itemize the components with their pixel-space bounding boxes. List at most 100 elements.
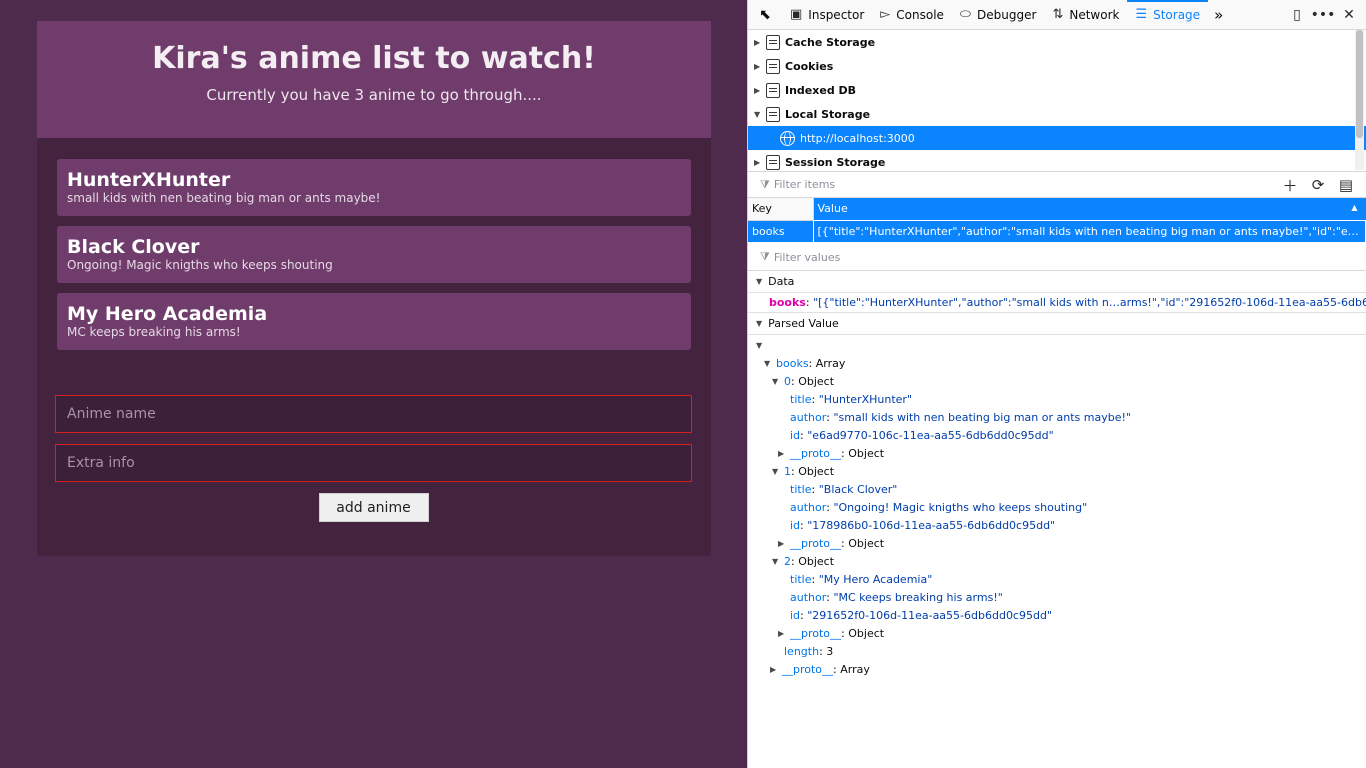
tree-item-local-storage[interactable]: ▼ Local Storage	[748, 102, 1366, 126]
tab-label: Debugger	[977, 7, 1037, 22]
prop-type: Object	[848, 627, 885, 640]
app-card: Kira's anime list to watch! Currently yo…	[37, 21, 711, 556]
prop-name: author	[790, 591, 827, 604]
database-icon	[766, 82, 780, 98]
prop-name: author	[790, 411, 827, 424]
prop-value: "e6ad9770-106c-11ea-aa55-6db6dd0c95dd"	[807, 429, 1054, 442]
key-column-header[interactable]: Key	[748, 198, 814, 221]
extra-info-input[interactable]	[55, 444, 692, 482]
collapse-icon: ▼	[756, 318, 763, 328]
expand-icon: ▶	[778, 449, 785, 458]
collapse-icon: ▼	[772, 467, 779, 476]
books-row[interactable]: ▼ books: Array	[748, 355, 1366, 373]
page-title: Kira's anime list to watch!	[152, 41, 596, 76]
tree-root-row[interactable]: ▼	[748, 337, 1366, 355]
collapse-icon[interactable]: ▼	[754, 110, 766, 119]
column-header-label: Value	[817, 202, 848, 216]
parsed-value-section-header[interactable]: ▼ Parsed Value	[748, 313, 1366, 335]
expand-icon[interactable]: ▶	[754, 38, 766, 47]
sort-ascending-icon: ▲	[1351, 203, 1358, 212]
prop-name: __proto__	[782, 663, 834, 676]
data-value: "[{"title":"HunterXHunter","author":"sma…	[813, 295, 1366, 309]
add-item-icon[interactable]: ＋	[1276, 175, 1304, 196]
list-item[interactable]: Black Clover Ongoing! Magic knigths who …	[57, 226, 691, 283]
collapse-icon: ▼	[756, 276, 763, 286]
tree-item-cookies[interactable]: ▶ Cookies	[748, 54, 1366, 78]
debugger-icon: ⬭	[959, 7, 972, 22]
prop-value: "178986b0-106d-11ea-aa55-6db6dd0c95dd"	[807, 519, 1056, 532]
storage-icon: ☰	[1135, 7, 1148, 22]
tree-item-session-storage[interactable]: ▶ Session Storage	[748, 150, 1366, 171]
tab-inspector[interactable]: ▣ Inspector	[782, 0, 872, 30]
anime-title: HunterXHunter	[67, 169, 231, 191]
object-row[interactable]: ▼ 1: Object	[748, 463, 1366, 481]
row-value: [{"title":"HunterXHunter","author":"smal…	[812, 219, 1366, 243]
object-row[interactable]: ▼ 0: Object	[748, 373, 1366, 391]
proto-row[interactable]: ▶ __proto__: Object	[748, 625, 1366, 643]
scroll-thumb[interactable]	[1356, 30, 1363, 138]
tree-item-localhost[interactable]: http://localhost:3000	[748, 126, 1366, 150]
filter-icon: ⧩	[760, 177, 770, 191]
prop-name: books	[776, 357, 809, 370]
expand-icon[interactable]: ▶	[754, 158, 766, 167]
tab-console[interactable]: ▻ Console	[872, 0, 952, 30]
refresh-icon[interactable]: ⟳	[1304, 176, 1332, 194]
object-row[interactable]: ▼ 2: Object	[748, 553, 1366, 571]
expand-icon: ▶	[778, 539, 785, 548]
prop-type: Object	[798, 465, 835, 478]
tab-debugger[interactable]: ⬭ Debugger	[952, 0, 1045, 30]
table-row[interactable]: books [{"title":"HunterXHunter","author"…	[748, 219, 1366, 243]
prop-name: __proto__	[790, 627, 842, 640]
filter-items-input[interactable]	[773, 178, 1074, 191]
expand-icon[interactable]: ▶	[754, 86, 766, 95]
expand-icon[interactable]: ▶	[754, 62, 766, 71]
storage-table: Key Value ▲ books [{"title":"HunterXHunt…	[748, 198, 1366, 243]
prop-row: author: "small kids with nen beating big…	[790, 411, 1131, 424]
prop-name: id	[790, 429, 801, 442]
toggle-sidebar-icon[interactable]: ▤	[1332, 176, 1360, 194]
prop-value: "My Hero Academia"	[818, 573, 933, 586]
filter-values-input[interactable]	[773, 250, 1074, 264]
data-section-header[interactable]: ▼ Data	[748, 271, 1366, 293]
collapse-icon: ▼	[772, 377, 779, 386]
tree-item-indexed-db[interactable]: ▶ Indexed DB	[748, 78, 1366, 102]
prop-type: Object	[798, 555, 835, 568]
value-column-header[interactable]: Value ▲	[813, 198, 1366, 220]
section-label: Parsed Value	[768, 316, 839, 330]
tree-item-label: Local Storage	[785, 107, 871, 121]
close-icon[interactable]: ✕	[1336, 7, 1362, 23]
prop-name: title	[790, 573, 812, 586]
list-item[interactable]: HunterXHunter small kids with nen beatin…	[57, 159, 691, 216]
more-options-icon[interactable]: •••	[1310, 7, 1336, 23]
tree-scrollbar[interactable]	[1355, 30, 1364, 170]
add-anime-button[interactable]: add anime	[318, 493, 429, 522]
tab-network[interactable]: ⇅ Network	[1044, 0, 1127, 30]
toolbar-right-tools: ▯ ••• ✕	[1284, 0, 1362, 30]
prop-value: "MC keeps breaking his arms!"	[833, 591, 1003, 604]
anime-name-input[interactable]	[55, 395, 692, 433]
tab-label: Storage	[1153, 7, 1201, 22]
data-key: books	[769, 295, 806, 309]
tab-storage[interactable]: ☰ Storage	[1127, 0, 1209, 30]
devtools-toolbar: ⬉ ▣ Inspector ▻ Console ⬭ Debugger ⇅ Net…	[748, 0, 1366, 30]
tree-item-cache-storage[interactable]: ▶ Cache Storage	[748, 30, 1366, 54]
element-picker-icon[interactable]: ⬉	[748, 0, 782, 30]
more-tabs-icon[interactable]: »	[1208, 0, 1229, 30]
globe-icon	[780, 130, 795, 146]
proto-row[interactable]: ▶ __proto__: Array	[748, 661, 1366, 679]
devtools-panel: ⬉ ▣ Inspector ▻ Console ⬭ Debugger ⇅ Net…	[747, 0, 1366, 768]
length-row: length: 3	[784, 645, 834, 658]
prop-name: 0	[784, 375, 791, 388]
proto-row[interactable]: ▶ __proto__: Object	[748, 535, 1366, 553]
storage-tree: ▶ Cache Storage ▶ Cookies ▶ Indexed DB ▼…	[748, 30, 1366, 172]
proto-row[interactable]: ▶ __proto__: Object	[748, 445, 1366, 463]
responsive-design-icon[interactable]: ▯	[1284, 7, 1310, 23]
database-icon	[766, 34, 780, 50]
prop-name: length	[784, 645, 820, 658]
list-item[interactable]: My Hero Academia MC keeps breaking his a…	[57, 293, 691, 350]
anime-info: small kids with nen beating big man or a…	[67, 191, 381, 205]
section-label: Data	[768, 274, 795, 288]
inspector-icon: ▣	[790, 7, 803, 22]
prop-name: title	[790, 393, 812, 406]
prop-row: author: "Ongoing! Magic knigths who keep…	[790, 501, 1088, 514]
